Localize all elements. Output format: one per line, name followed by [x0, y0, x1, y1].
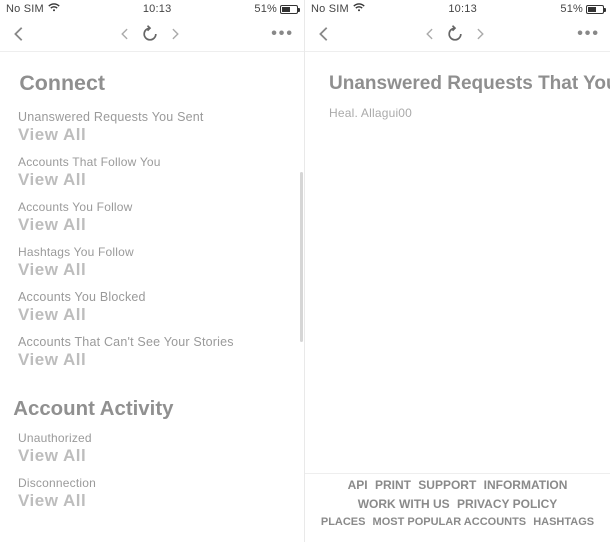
footer-links: API PRINT SUPPORT INFORMATION WORK WITH … — [305, 472, 610, 532]
detail-page-title: Unanswered Requests That You Sent — [329, 72, 596, 96]
row-label: Unanswered Requests You Sent — [18, 110, 290, 124]
status-bar: No SIM 10:13 51% — [305, 0, 610, 18]
row-label: Unauthorized — [18, 431, 290, 445]
view-all-link[interactable]: View All — [18, 215, 290, 235]
carrier-label: No SIM — [311, 3, 349, 15]
list-item[interactable]: Hashtags You Follow View All — [18, 245, 290, 280]
reload-icon[interactable] — [140, 24, 160, 44]
footer-link[interactable]: API — [348, 478, 368, 492]
view-all-link[interactable]: View All — [18, 446, 290, 466]
browser-nav: ••• — [0, 18, 304, 52]
view-all-link[interactable]: View All — [18, 170, 290, 190]
right-screen: No SIM 10:13 51% — [305, 0, 610, 542]
footer-link[interactable]: PRIVACY POLICY — [457, 497, 557, 511]
connect-list: Unanswered Requests You Sent View All Ac… — [14, 110, 290, 370]
back-icon[interactable] — [423, 27, 437, 41]
battery-icon — [280, 5, 298, 14]
footer-link[interactable]: WORK WITH US — [358, 497, 450, 511]
list-item[interactable]: Unanswered Requests You Sent View All — [18, 110, 290, 145]
list-item[interactable]: Accounts That Follow You View All — [18, 155, 290, 190]
scrollbar[interactable] — [300, 172, 303, 342]
list-item[interactable]: Accounts That Can't See Your Stories Vie… — [18, 335, 290, 370]
footer-link[interactable]: PRINT — [375, 478, 411, 492]
section-header-connect: Connect — [19, 72, 292, 96]
battery-percent: 51% — [560, 3, 583, 15]
left-screen: No SIM 10:13 51% — [0, 0, 305, 542]
clock: 10:13 — [60, 3, 255, 15]
row-label: Accounts You Follow — [18, 200, 290, 214]
view-all-link[interactable]: View All — [18, 350, 290, 370]
battery-percent: 51% — [254, 3, 277, 15]
row-label: Accounts You Blocked — [18, 290, 290, 304]
wifi-icon — [353, 3, 365, 15]
list-item[interactable]: Unauthorized View All — [18, 431, 290, 466]
view-all-link[interactable]: View All — [18, 125, 290, 145]
forward-icon[interactable] — [473, 27, 487, 41]
section-header-activity: Account Activity — [13, 398, 292, 421]
row-label: Accounts That Follow You — [18, 155, 290, 169]
list-item[interactable]: Accounts You Follow View All — [18, 200, 290, 235]
back-major-icon[interactable] — [315, 25, 333, 43]
back-major-icon[interactable] — [10, 25, 28, 43]
username-label[interactable]: Heal. Allagui00 — [329, 106, 596, 120]
view-all-link[interactable]: View All — [18, 305, 290, 325]
activity-list: Unauthorized View All Disconnection View… — [14, 431, 290, 511]
wifi-icon — [48, 3, 60, 15]
back-icon[interactable] — [118, 27, 132, 41]
footer-link[interactable]: INFORMATION — [484, 478, 568, 492]
list-item[interactable]: Accounts You Blocked View All — [18, 290, 290, 325]
row-label: Disconnection — [18, 476, 290, 490]
carrier-label: No SIM — [6, 3, 44, 15]
footer-link[interactable]: PLACES — [321, 516, 366, 528]
clock: 10:13 — [365, 3, 561, 15]
browser-nav: ••• — [305, 18, 610, 52]
status-bar: No SIM 10:13 51% — [0, 0, 304, 18]
footer-link[interactable]: MOST POPULAR ACCOUNTS — [373, 516, 527, 528]
list-item[interactable]: Disconnection View All — [18, 476, 290, 511]
row-label: Accounts That Can't See Your Stories — [18, 335, 290, 349]
footer-link[interactable]: HASHTAGS — [533, 516, 594, 528]
reload-icon[interactable] — [445, 24, 465, 44]
row-label: Hashtags You Follow — [18, 245, 290, 259]
battery-icon — [586, 5, 604, 14]
more-icon[interactable]: ••• — [577, 25, 600, 43]
view-all-link[interactable]: View All — [18, 491, 290, 511]
footer-link[interactable]: SUPPORT — [418, 478, 476, 492]
forward-icon[interactable] — [168, 27, 182, 41]
view-all-link[interactable]: View All — [18, 260, 290, 280]
more-icon[interactable]: ••• — [271, 25, 294, 43]
